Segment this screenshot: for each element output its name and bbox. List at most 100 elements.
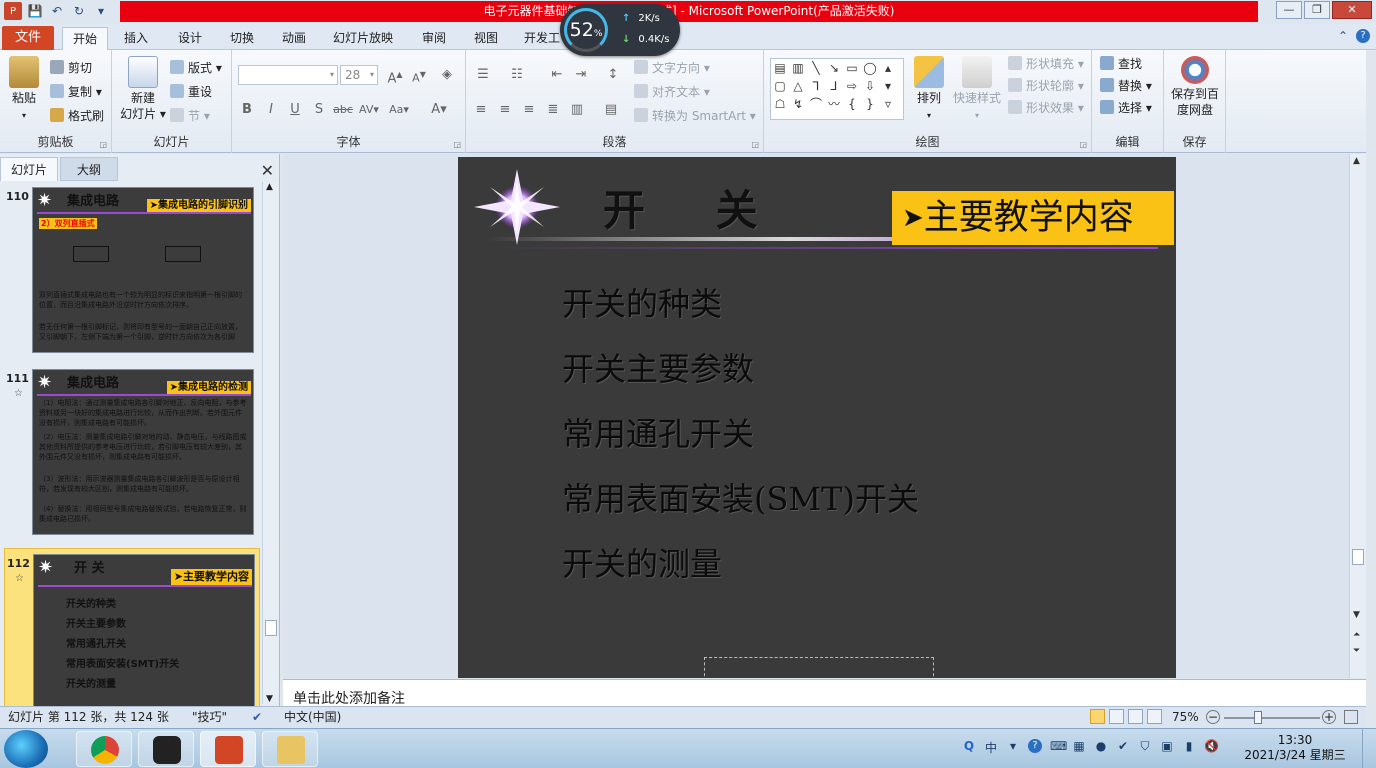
elbow-arrow-shape-icon[interactable]: ⅃: [825, 77, 843, 95]
scroll-down-icon[interactable]: ▼: [266, 694, 273, 704]
quick-styles-button[interactable]: 快速样式 ▾: [950, 56, 1004, 124]
bullets-icon[interactable]: ☰: [472, 65, 494, 85]
text-direction-button[interactable]: 文字方向 ▾: [634, 58, 710, 78]
line-spacing-icon[interactable]: ↕: [602, 65, 624, 85]
curve-connector-shape-icon[interactable]: ↯: [789, 95, 807, 113]
thumbnails-scrollbar[interactable]: ▲ ▼: [262, 182, 278, 704]
callout-shape-icon[interactable]: ☖: [771, 95, 789, 113]
columns-icon[interactable]: ▤: [600, 100, 622, 120]
tab-design[interactable]: 设计: [170, 27, 210, 50]
align-text-button[interactable]: 对齐文本 ▾: [634, 82, 710, 102]
taskbar-powerpoint-button[interactable]: [200, 731, 256, 767]
gallery-up-icon[interactable]: ▴: [879, 59, 897, 77]
align-right-icon[interactable]: ≡: [518, 100, 540, 120]
find-button[interactable]: 查找: [1100, 54, 1142, 74]
keyboard-tray-icon[interactable]: ⌨: [1050, 739, 1067, 755]
tab-developer[interactable]: 开发工: [520, 27, 564, 50]
character-spacing-button[interactable]: AV▾: [358, 100, 380, 120]
clipboard-launcher-icon[interactable]: ◲: [99, 140, 107, 149]
gallery-more-icon[interactable]: ▿: [879, 95, 897, 113]
tab-insert[interactable]: 插入: [116, 27, 156, 50]
system-clock[interactable]: 13:30 2021/3/24 星期三: [1240, 733, 1350, 763]
notes-pane[interactable]: 单击此处添加备注: [283, 679, 1366, 707]
shadow-button[interactable]: S: [308, 100, 330, 120]
replace-button[interactable]: 替换 ▾: [1100, 76, 1152, 96]
font-size-combo[interactable]: 28 ▾: [340, 65, 378, 85]
security-tray-icon[interactable]: ✔: [1116, 739, 1130, 755]
right-arrow-shape-icon[interactable]: ⇨: [843, 77, 861, 95]
align-center-icon[interactable]: ≡: [494, 100, 516, 120]
theme-name[interactable]: "技巧": [192, 707, 227, 728]
layout-button[interactable]: 版式 ▾: [170, 58, 222, 78]
spellcheck-icon[interactable]: ✔: [252, 707, 262, 728]
gallery-down-icon[interactable]: ▾: [879, 77, 897, 95]
shape-effects-button[interactable]: 形状效果 ▾: [1008, 98, 1084, 118]
rectangle-shape-icon[interactable]: ▭: [843, 59, 861, 77]
justify-icon[interactable]: ≣: [542, 100, 564, 120]
save-icon[interactable]: 💾: [26, 2, 44, 20]
search-icon[interactable]: Q: [962, 739, 976, 755]
maximize-button[interactable]: ❐: [1304, 1, 1330, 19]
scroll-down-icon[interactable]: ▼: [1353, 610, 1360, 620]
zoom-slider-track[interactable]: [1224, 717, 1320, 719]
clear-format-icon[interactable]: ◈: [436, 65, 458, 85]
numbering-icon[interactable]: ☷: [506, 65, 528, 85]
slide-sorter-view-icon[interactable]: [1109, 709, 1124, 724]
distributed-icon[interactable]: ▥: [566, 100, 588, 120]
triangle-shape-icon[interactable]: △: [789, 77, 807, 95]
slide-thumbnail-110[interactable]: 110 ✷ 集成电路 ➤集成电路的引脚识别 2）双列直插式 双列直插式集成电路也…: [4, 182, 260, 360]
ime-options-icon[interactable]: ▾: [1006, 739, 1020, 755]
signal-tray-icon[interactable]: ▮: [1182, 739, 1196, 755]
normal-view-icon[interactable]: [1090, 709, 1105, 724]
help-tray-icon[interactable]: ?: [1028, 739, 1042, 753]
left-brace-shape-icon[interactable]: {: [843, 95, 861, 113]
align-left-icon[interactable]: ≡: [470, 100, 492, 120]
tab-transitions[interactable]: 切换: [222, 27, 262, 50]
decrease-indent-icon[interactable]: ⇤: [546, 65, 568, 85]
zoom-level[interactable]: 75%: [1172, 707, 1199, 728]
strikethrough-button[interactable]: abc: [332, 100, 354, 120]
scroll-thumb[interactable]: [265, 620, 277, 636]
start-button-icon[interactable]: [4, 730, 48, 768]
select-button[interactable]: 选择 ▾: [1100, 98, 1152, 118]
minimize-button[interactable]: —: [1276, 1, 1302, 19]
underline-button[interactable]: U: [284, 100, 306, 120]
zoom-in-icon[interactable]: +: [1322, 710, 1336, 724]
scroll-up-icon[interactable]: ▲: [1353, 156, 1360, 166]
tab-slideshow[interactable]: 幻灯片放映: [326, 27, 400, 50]
previous-slide-icon[interactable]: ⏶: [1353, 630, 1360, 640]
change-case-button[interactable]: Aa▾: [388, 100, 410, 120]
font-launcher-icon[interactable]: ◲: [453, 140, 461, 149]
shape-outline-button[interactable]: 形状轮廓 ▾: [1008, 76, 1084, 96]
powerpoint-app-icon[interactable]: P: [4, 2, 22, 20]
font-color-button[interactable]: A▾: [428, 100, 450, 120]
tab-file[interactable]: 文件: [2, 26, 54, 50]
grow-font-button[interactable]: A▲: [384, 65, 406, 86]
scroll-thumb[interactable]: [1352, 549, 1364, 565]
close-button[interactable]: ✕: [1332, 1, 1372, 19]
new-slide-button[interactable]: 新建 幻灯片 ▾: [118, 56, 168, 122]
taskbar-explorer-button[interactable]: [262, 731, 318, 767]
increase-indent-icon[interactable]: ⇥: [570, 65, 592, 85]
paragraph-launcher-icon[interactable]: ◲: [751, 140, 759, 149]
current-slide[interactable]: 开 关 ➤主要教学内容 开关的种类 开关主要参数 常用通孔开关 常用表面安装(S…: [458, 157, 1176, 678]
right-brace-shape-icon[interactable]: }: [861, 95, 879, 113]
tab-view[interactable]: 视图: [466, 27, 506, 50]
down-arrow-shape-icon[interactable]: ⇩: [861, 77, 879, 95]
smartart-button[interactable]: 转换为 SmartArt ▾: [634, 106, 756, 126]
arc-shape-icon[interactable]: ⌒: [807, 95, 825, 113]
zoom-out-icon[interactable]: −: [1206, 710, 1220, 724]
rounded-rect-shape-icon[interactable]: ▢: [771, 77, 789, 95]
volume-muted-icon[interactable]: 🔇: [1204, 739, 1219, 755]
minimize-ribbon-icon[interactable]: ⌃: [1338, 29, 1348, 43]
shrink-font-button[interactable]: A▼: [408, 65, 430, 85]
help-icon[interactable]: ?: [1356, 29, 1370, 43]
slide-thumbnail-112[interactable]: 112 ☆ ✷ 开 关 ➤主要教学内容 开关的种类 开关主要参数 常用通孔开关 …: [4, 548, 260, 706]
bold-button[interactable]: B: [236, 100, 258, 120]
arrow-line-shape-icon[interactable]: ↘: [825, 59, 843, 77]
recorder-tray-icon[interactable]: ●: [1094, 739, 1108, 755]
tab-home[interactable]: 开始: [62, 27, 108, 50]
network-tray-icon[interactable]: ▦: [1072, 739, 1086, 755]
textbox-shape-icon[interactable]: ▤: [771, 59, 789, 77]
slide-thumbnail-111[interactable]: 111 ☆ ✷ 集成电路 ➤集成电路的检测 （1）电阻法：通过测量集成电路各引脚…: [4, 364, 260, 544]
